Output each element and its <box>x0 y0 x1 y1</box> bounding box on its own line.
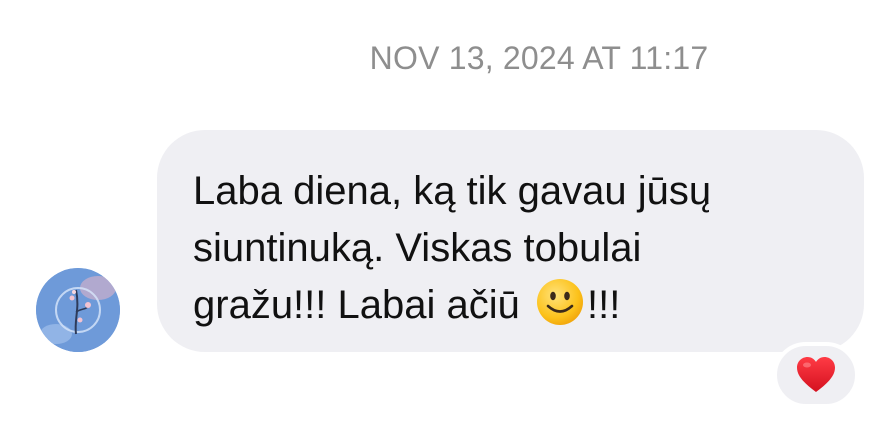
message-bubble[interactable]: Laba diena, ką tik gavau jūsų siuntinuką… <box>157 130 864 352</box>
message-timestamp: NOV 13, 2024 AT 11:17 <box>369 40 709 76</box>
smiling-face-icon <box>535 277 585 327</box>
message-text-main: Laba diena, ką tik gavau jūsų siuntinuką… <box>193 169 712 327</box>
heart-reaction[interactable] <box>773 342 859 408</box>
sender-avatar[interactable] <box>36 268 120 352</box>
avatar-image <box>36 268 120 352</box>
message-text-tail: !!! <box>587 283 621 327</box>
message-text: Laba diena, ką tik gavau jūsų siuntinuką… <box>193 163 834 334</box>
red-heart-icon <box>797 357 835 392</box>
